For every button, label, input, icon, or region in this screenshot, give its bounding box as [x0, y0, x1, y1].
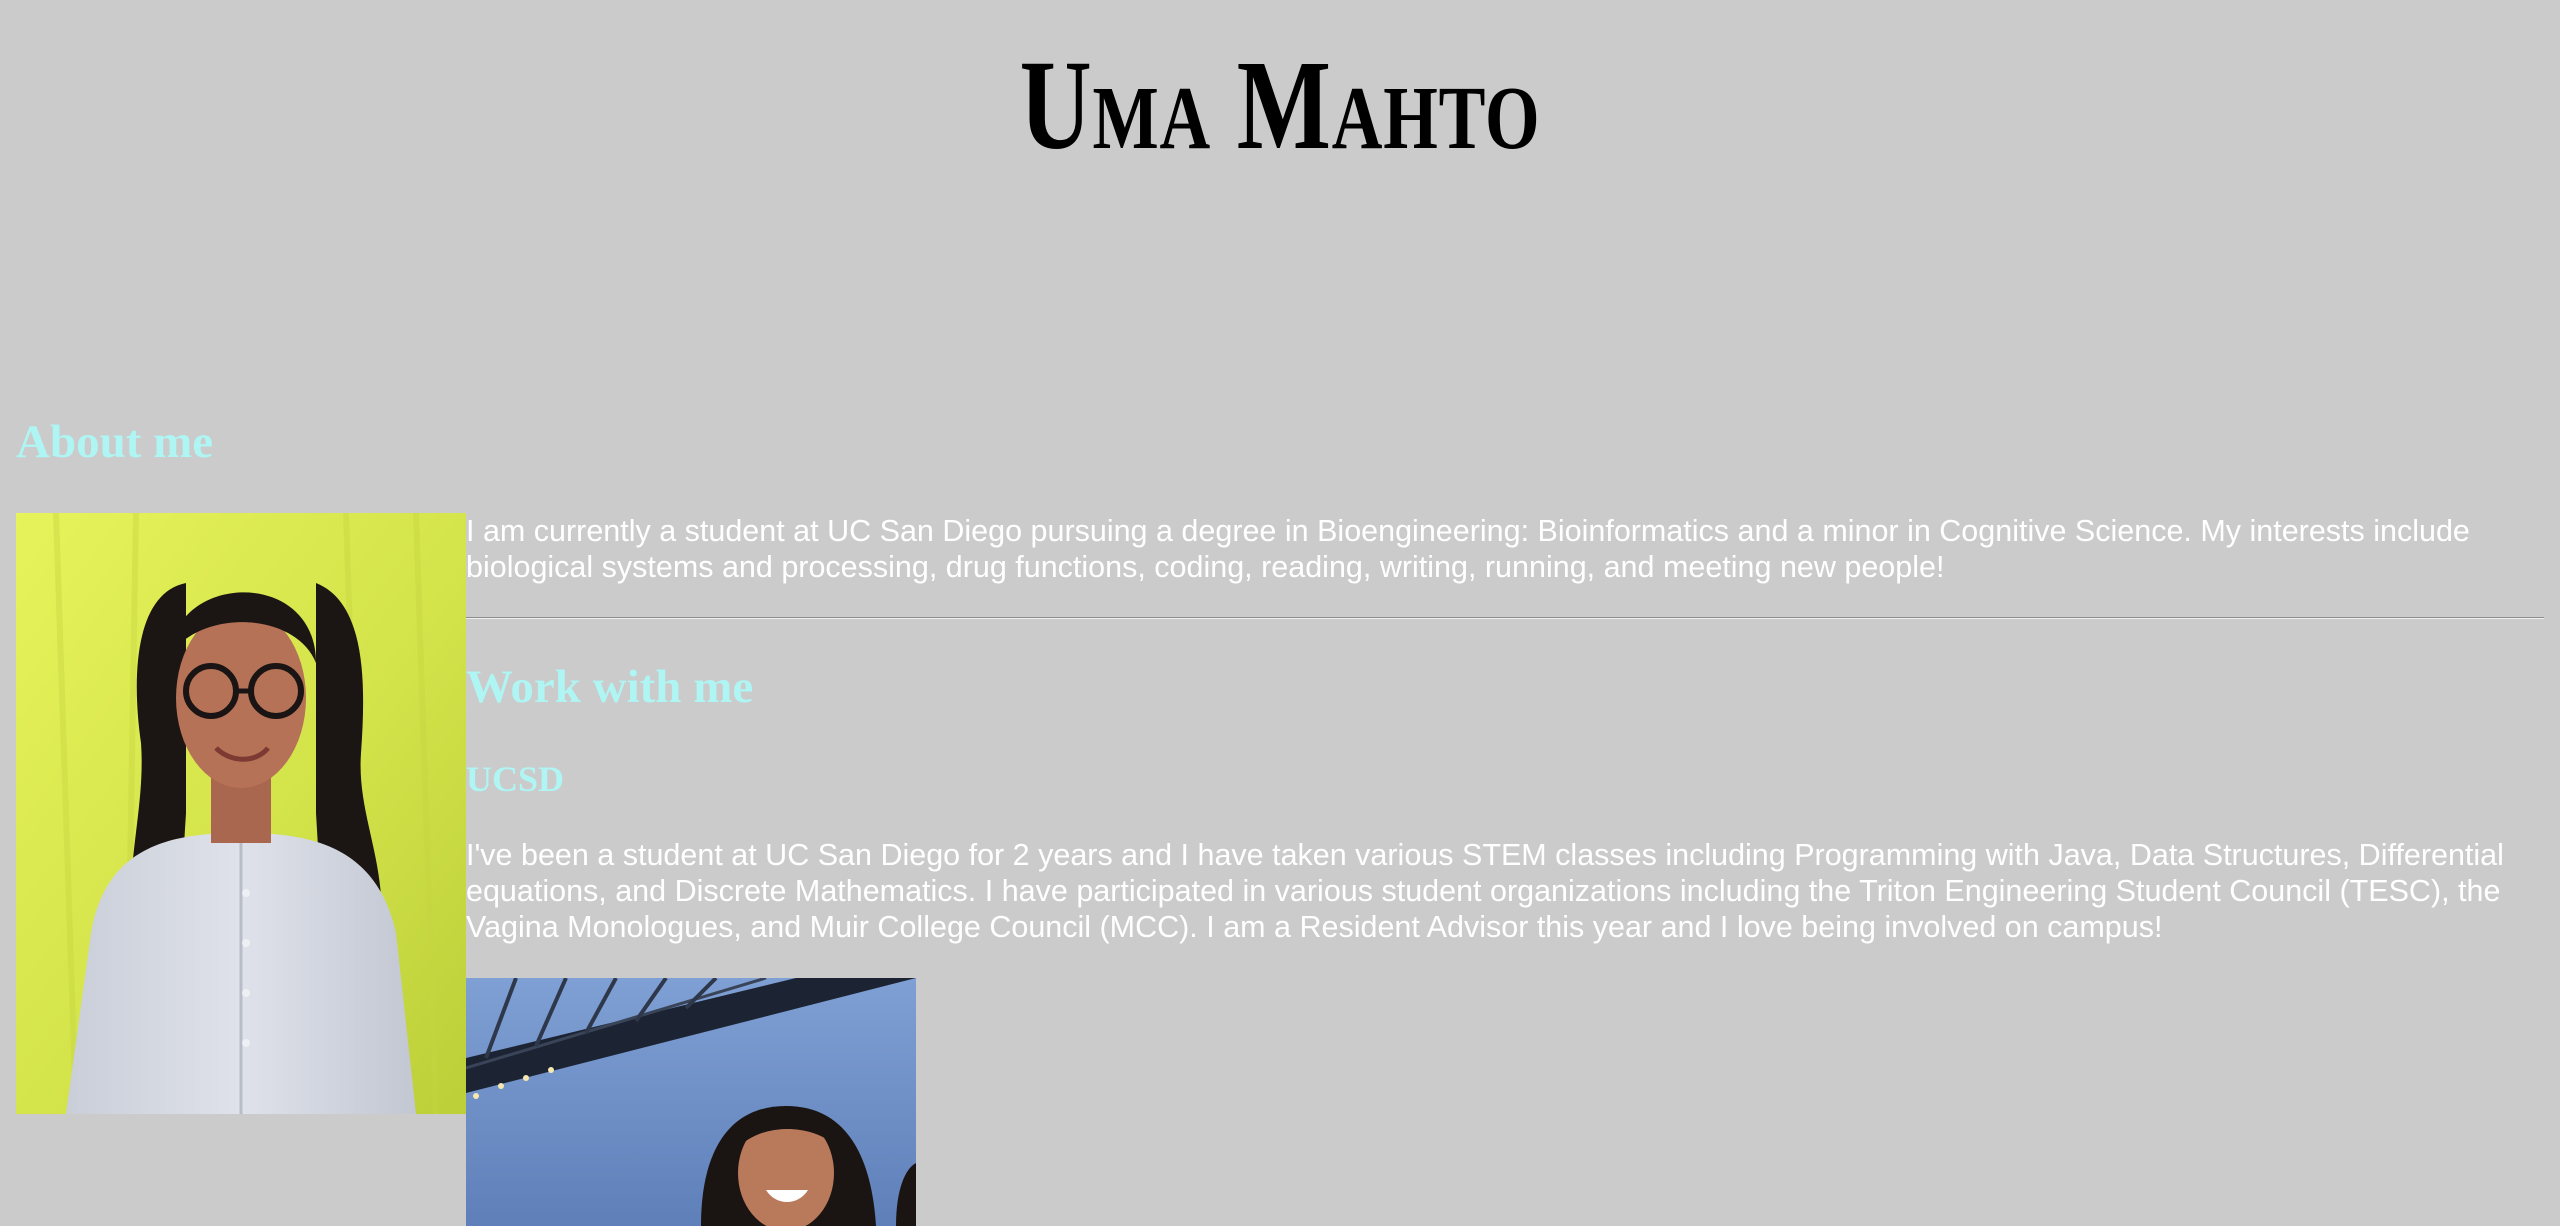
site-title: Uma Mahto [1019, 34, 1541, 176]
bridge-photo-icon [466, 978, 916, 1226]
ucsd-description: I've been a student at UC San Diego for … [466, 838, 2504, 944]
work-heading: Work with me [466, 661, 754, 713]
about-heading: About me [16, 416, 214, 468]
bridge-photo [466, 978, 916, 1226]
about-bio: I am currently a student at UC San Diego… [466, 514, 2470, 584]
section-divider [466, 617, 2544, 619]
ucsd-heading: UCSD [466, 759, 565, 799]
profile-photo [16, 513, 466, 1114]
portrait-photo-icon [16, 513, 466, 1114]
